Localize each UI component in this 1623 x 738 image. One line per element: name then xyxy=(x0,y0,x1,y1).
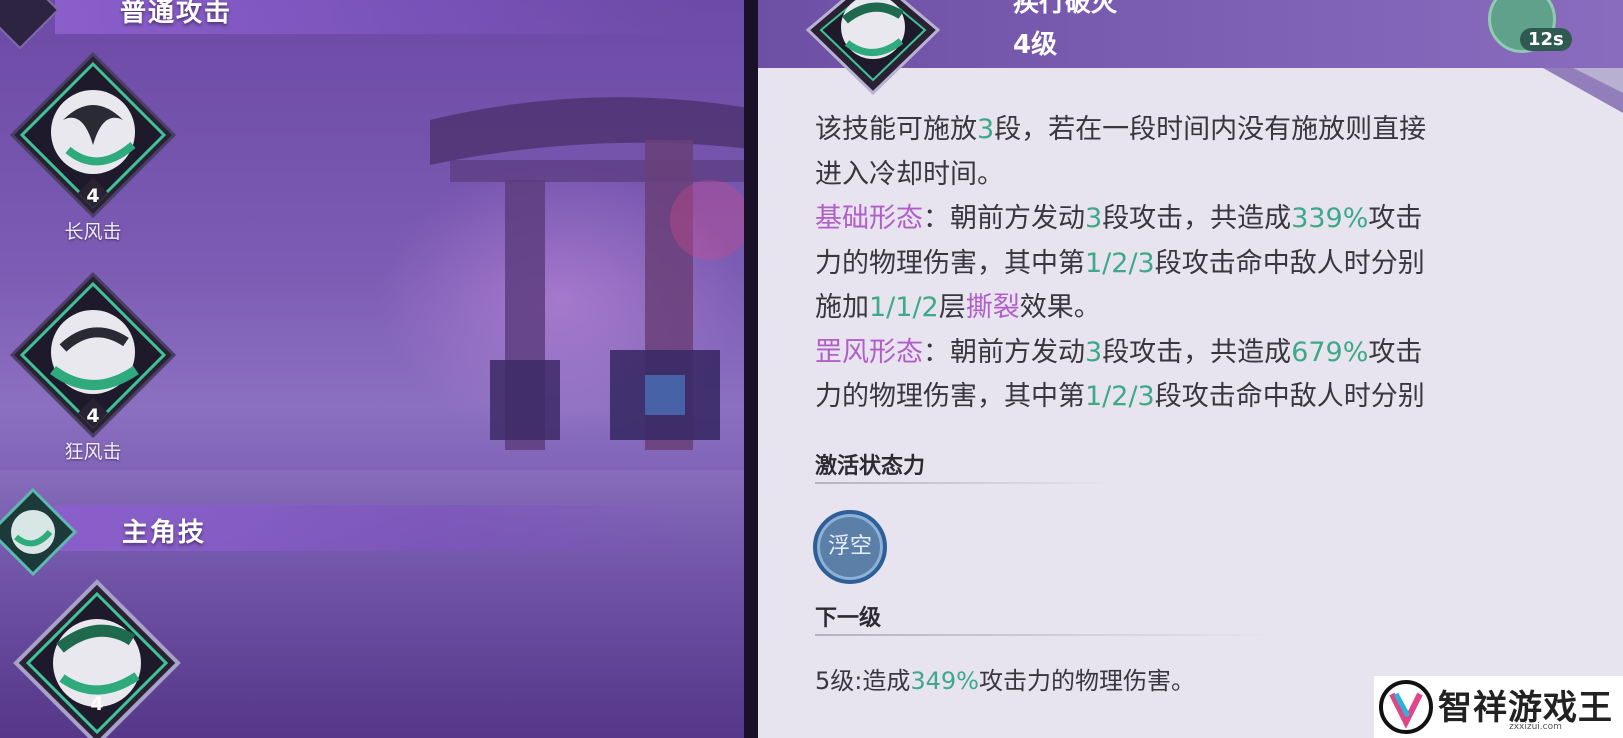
desc-line: 施加1/1/2层撕裂效果。 xyxy=(815,292,1101,323)
next-level-description: 5级:造成349%攻击力的物理伤害。 xyxy=(815,667,1195,695)
panel-divider xyxy=(744,0,758,738)
desc-line: 进入冷却时间。 xyxy=(815,158,1004,190)
watermark-url: zxxizui.com xyxy=(1509,722,1562,732)
desc-line: 力的物理伤害，其中第1/2/3段攻击命中敌人时分别 xyxy=(815,247,1425,279)
next-level-title: 下一级 xyxy=(815,606,882,631)
skill-list-panel: 普通攻击 4 长风击 4 狂风击 主角技 4 xyxy=(0,0,752,738)
torii-gate-background xyxy=(430,97,752,450)
skill-title: 疾行破灭 xyxy=(1013,0,1118,18)
skill-description: 该技能可施放3段，若在一段时间内没有施放则直接 进入冷却时间。 基础形态：朝前方… xyxy=(815,108,1535,420)
skill-detail-panel: 疾行破灭 4级 12s 该技能可施放3段，若在一段时间内没有施放则直接 进入冷却… xyxy=(758,0,1623,738)
activate-state-title: 激活状态力 xyxy=(815,454,926,479)
desc-line: 基础形态：朝前方发动3段攻击，共造成339%攻击 xyxy=(815,203,1423,234)
skill-slot-kuangfengji[interactable]: 4 xyxy=(8,270,178,440)
divider-line xyxy=(815,634,1275,636)
skill-level-label: 4级 xyxy=(1013,30,1058,60)
section-title-hero-skill: 主角技 xyxy=(122,518,207,548)
skill-name: 狂风击 xyxy=(64,441,122,463)
skill-slot-changfengji[interactable]: 4 xyxy=(8,50,178,220)
section-title-normal-attack: 普通攻击 xyxy=(120,0,233,28)
skill-slash-icon xyxy=(805,0,941,95)
state-badge-floating[interactable]: 浮空 xyxy=(813,510,887,584)
desc-line: 力的物理伤害，其中第1/2/3段攻击命中敌人时分别 xyxy=(815,381,1425,412)
desc-line: 罡风形态：朝前方发动3段攻击，共造成679%攻击 xyxy=(815,336,1423,368)
watermark-logo-icon xyxy=(1379,680,1433,734)
skill-name: 长风击 xyxy=(64,221,122,243)
skill-slot-selected[interactable]: 4 xyxy=(12,578,182,738)
skill-level: 4 xyxy=(86,185,100,207)
desc-line: 该技能可施放3段，若在一段时间内没有施放则直接 xyxy=(815,114,1427,145)
corner-decoration xyxy=(1543,68,1623,113)
cooldown-value: 12s xyxy=(1520,28,1572,51)
skill-level: 4 xyxy=(90,693,104,715)
skill-level: 4 xyxy=(86,405,100,427)
section-icon-normal-attack xyxy=(0,0,60,50)
watermark: 智祥游戏王 zxxizui.com xyxy=(1374,676,1623,738)
section-icon-hero-skill xyxy=(0,487,78,577)
divider-line xyxy=(815,482,1115,484)
